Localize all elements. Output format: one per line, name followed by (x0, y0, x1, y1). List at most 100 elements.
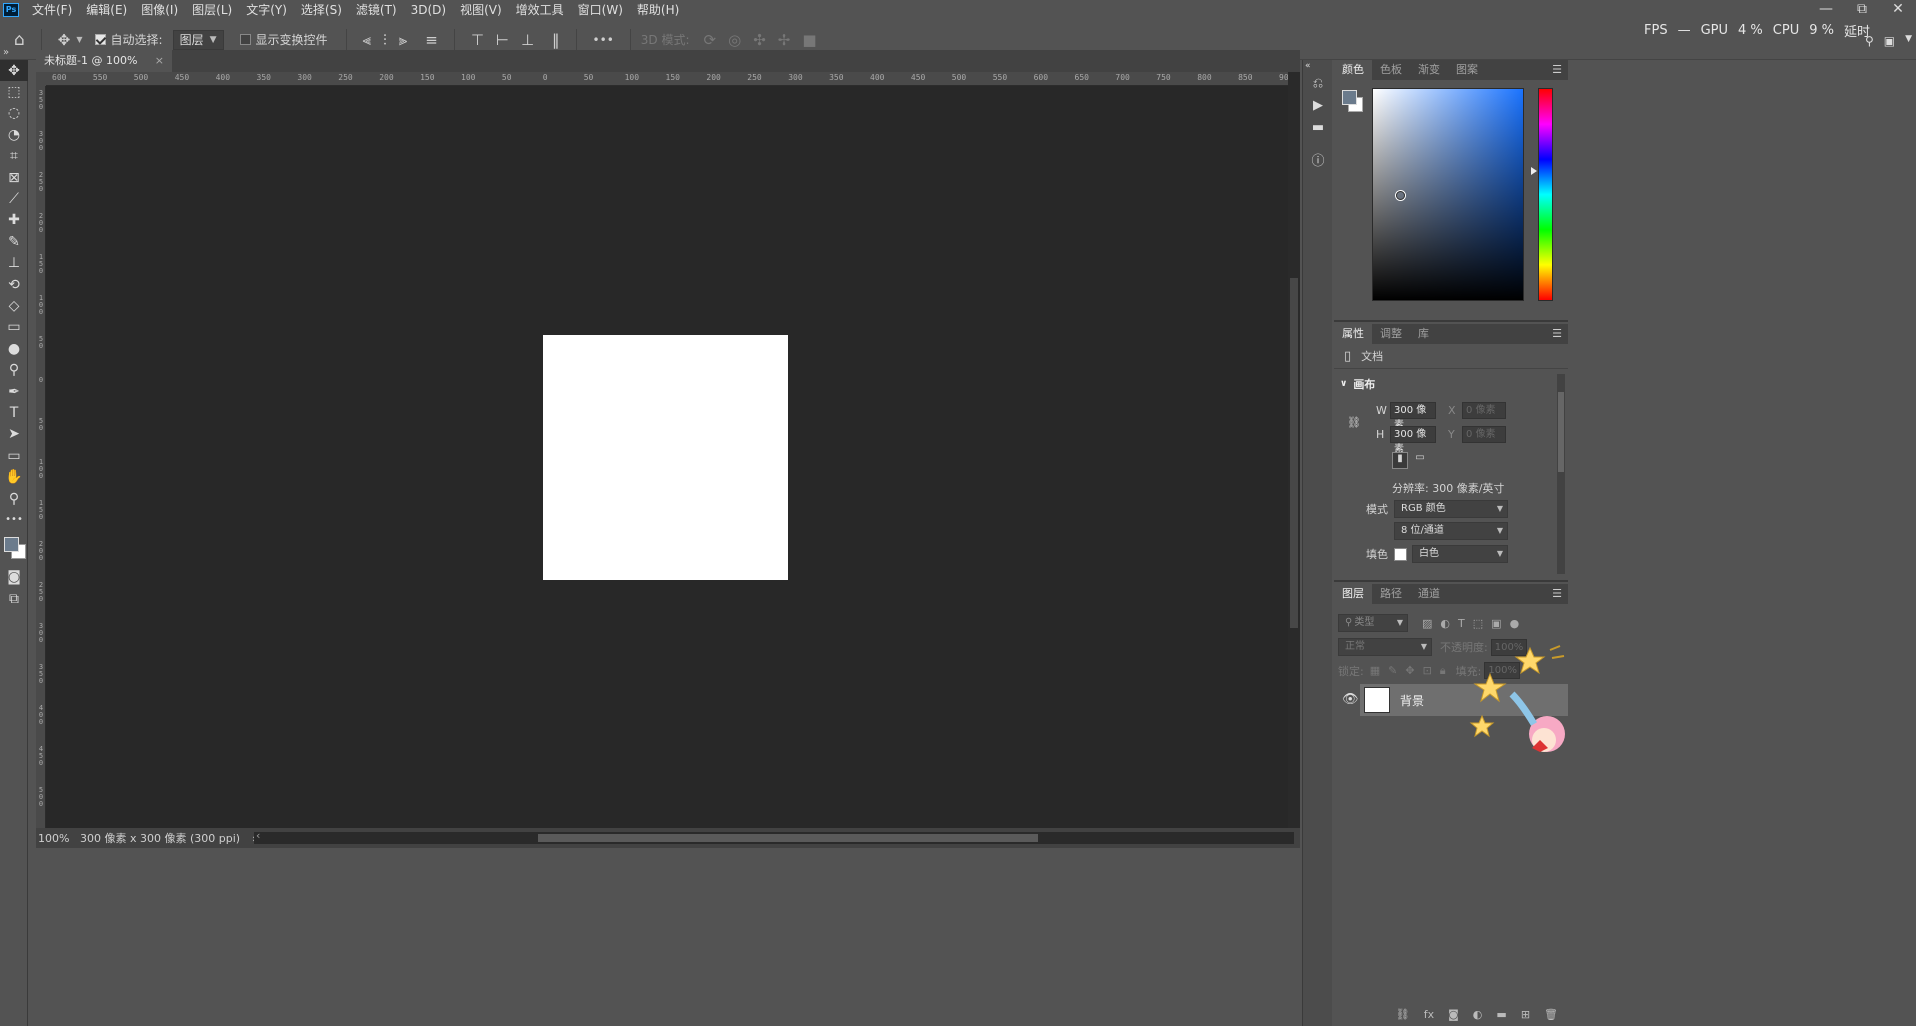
brush-tool[interactable]: ✎ (0, 231, 28, 252)
canvas-section-header[interactable]: ∨ 画布 (1340, 376, 1375, 392)
menu-edit[interactable]: 编辑(E) (79, 0, 134, 20)
menu-help[interactable]: 帮助(H) (630, 0, 686, 20)
close-icon[interactable]: × (155, 50, 164, 72)
pen-tool[interactable]: ✒ (0, 381, 28, 402)
hue-slider[interactable] (1538, 88, 1553, 301)
filter-smart-object-icon[interactable]: ▣ (1491, 617, 1501, 630)
minimize-button[interactable]: — (1808, 0, 1844, 20)
filter-type-icon[interactable]: T (1458, 617, 1465, 630)
filter-toggle-icon[interactable]: ● (1510, 617, 1520, 630)
tab-adjustments[interactable]: 调整 (1372, 324, 1410, 344)
align-hcenter-icon[interactable]: ⫶ (383, 31, 387, 49)
distribute-horizontal-icon[interactable]: ≡ (425, 31, 438, 49)
ruler-origin[interactable] (36, 72, 46, 86)
landscape-orientation-icon[interactable]: ▭ (1412, 452, 1428, 469)
actions-play-icon[interactable]: ▶ (1303, 94, 1333, 116)
3d-slide-icon[interactable]: ✢ (778, 31, 791, 49)
delete-layer-icon[interactable]: 🗑︎ (1544, 1008, 1558, 1021)
x-field[interactable]: 0 像素 (1462, 402, 1506, 419)
align-left-icon[interactable]: ⫷ (363, 31, 371, 49)
align-right-icon[interactable]: ⫸ (399, 31, 407, 49)
properties-scrollbar[interactable] (1557, 374, 1565, 574)
filter-shape-icon[interactable]: ⬚ (1473, 617, 1483, 630)
chevron-down-icon[interactable]: ▼ (1905, 34, 1912, 48)
horizontal-scrollbar-thumb[interactable] (538, 834, 1038, 842)
crop-tool[interactable]: ⌗ (0, 146, 28, 167)
path-select-tool[interactable]: ➤ (0, 424, 28, 445)
menu-3d[interactable]: 3D(D) (404, 0, 453, 20)
fill-color-swatch[interactable] (1394, 547, 1407, 561)
properties-scrollbar-thumb[interactable] (1558, 392, 1564, 472)
tab-channels[interactable]: 通道 (1410, 584, 1448, 604)
layer-name[interactable]: 背景 (1400, 692, 1424, 709)
menu-select[interactable]: 选择(S) (294, 0, 349, 20)
vertical-ruler[interactable]: 3 5 0 3 0 0 2 5 0 2 0 0 1 5 0 1 0 0 5 0 0 5 0 1 0… (36, 86, 46, 828)
panel-menu-icon[interactable]: ☰ (1552, 60, 1562, 80)
auto-select-target-dropdown[interactable]: 图层 ▼ (172, 29, 224, 50)
tab-swatches[interactable]: 色板 (1372, 60, 1410, 80)
distribute-vertical-icon[interactable]: ‖ (552, 31, 560, 49)
3d-roll-icon[interactable]: ◎ (728, 31, 741, 49)
visibility-eye-icon[interactable]: 👁︎ (1342, 692, 1359, 707)
toolbar-collapse-icon[interactable]: » (0, 47, 36, 59)
screen-mode-icon[interactable]: ⧉ (0, 588, 28, 609)
move-tool-icon[interactable]: ✥ (58, 31, 71, 49)
new-group-icon[interactable]: ▬ (1496, 1008, 1506, 1021)
layer-filter-select[interactable]: ⚲ 类型 ▼ (1338, 614, 1408, 632)
tab-paths[interactable]: 路径 (1372, 584, 1410, 604)
clone-stamp-tool[interactable]: ⊥ (0, 253, 28, 274)
menu-view[interactable]: 视图(V) (453, 0, 509, 20)
zoom-level[interactable]: 100% (38, 832, 78, 845)
auto-select-checkbox[interactable] (94, 34, 106, 45)
lasso-tool[interactable]: ◌ (0, 103, 28, 124)
filter-pixel-icon[interactable]: ▨ (1422, 617, 1432, 630)
lock-all-icon[interactable]: 🔒︎ (1440, 664, 1446, 678)
tool-preset-caret-icon[interactable]: ▼ (76, 35, 82, 44)
menu-layer[interactable]: 图层(L) (185, 0, 239, 20)
zoom-tool[interactable]: ⚲ (0, 488, 28, 509)
horizontal-ruler[interactable]: 600 550 500 450 400 350 300 250 200 150 100 50 0 50 10… (46, 72, 1288, 86)
menu-file[interactable]: 文件(F) (25, 0, 79, 20)
document-canvas[interactable] (543, 335, 788, 580)
tab-patterns[interactable]: 图案 (1448, 60, 1486, 80)
fill-select[interactable]: 白色 ▼ (1412, 545, 1508, 563)
quick-mask-icon[interactable]: ◙ (0, 567, 28, 588)
layer-style-icon[interactable]: fx (1424, 1008, 1434, 1021)
new-layer-icon[interactable]: ⊞ (1521, 1008, 1530, 1021)
eraser-tool[interactable]: ◇ (0, 295, 28, 316)
marquee-tool[interactable]: ⬚ (0, 81, 28, 102)
saturation-brightness-field[interactable] (1372, 88, 1524, 301)
show-transform-checkbox[interactable] (239, 34, 251, 45)
color-mode-select[interactable]: RGB 颜色 ▼ (1394, 500, 1508, 518)
3d-pan-icon[interactable]: ✣ (753, 31, 766, 49)
more-options-button[interactable]: ••• (593, 33, 614, 47)
foreground-color-swatch[interactable] (1342, 90, 1357, 105)
gradient-tool[interactable]: ▭ (0, 317, 28, 338)
portrait-orientation-icon[interactable]: ▮ (1392, 452, 1408, 469)
menu-type[interactable]: 文字(Y) (239, 0, 294, 20)
filter-adjustment-icon[interactable]: ◐ (1440, 617, 1450, 630)
align-vcenter-icon[interactable]: ⊢ (496, 31, 509, 49)
comments-icon[interactable]: ▬ (1303, 116, 1333, 138)
menu-window[interactable]: 窗口(W) (571, 0, 630, 20)
move-tool[interactable]: ✥ (0, 60, 28, 82)
y-field[interactable]: 0 像素 (1462, 426, 1506, 443)
vertical-scrollbar-thumb[interactable] (1290, 278, 1298, 628)
link-layers-icon[interactable]: ⛓ (1396, 1008, 1410, 1021)
adjustment-layer-icon[interactable]: ◐ (1473, 1008, 1483, 1021)
healing-brush-tool[interactable]: ✚ (0, 210, 28, 231)
width-field[interactable]: 300 像素 (1390, 402, 1436, 431)
info-icon[interactable]: ⓘ (1303, 148, 1333, 170)
align-bottom-icon[interactable]: ⊥ (521, 31, 534, 49)
tab-gradients[interactable]: 渐变 (1410, 60, 1448, 80)
horizontal-scrollbar[interactable]: ‹ (254, 829, 1294, 844)
quick-select-tool[interactable]: ◔ (0, 124, 28, 145)
eyedropper-tool[interactable]: ⟋ (0, 188, 28, 209)
more-tools[interactable]: ••• (0, 509, 28, 530)
restore-button[interactable]: ⧉ (1844, 0, 1880, 20)
foreground-color-swatch[interactable] (4, 536, 19, 552)
lock-artboard-icon[interactable]: ⊡ (1423, 664, 1432, 677)
lock-position-icon[interactable]: ✥ (1405, 664, 1414, 677)
hue-marker-icon[interactable] (1531, 167, 1537, 175)
dodge-tool[interactable]: ⚲ (0, 359, 28, 380)
